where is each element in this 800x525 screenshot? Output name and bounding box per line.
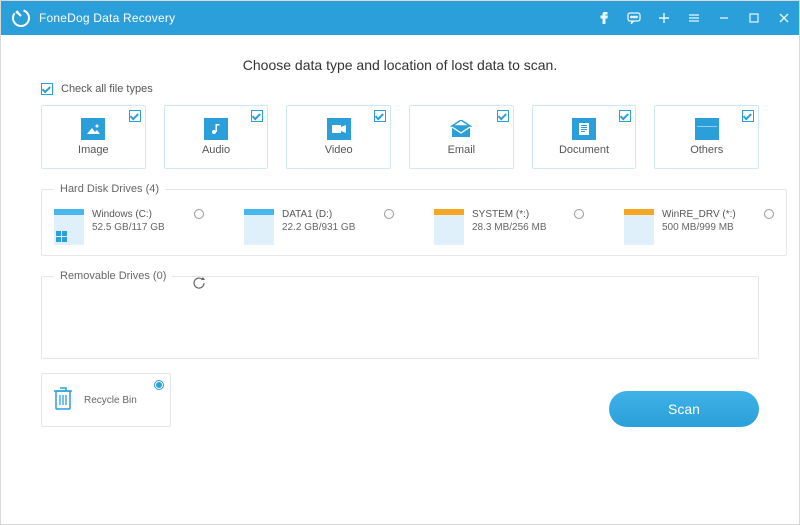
recycle-bin-label: Recycle Bin [84, 395, 137, 406]
type-document-checkbox[interactable] [619, 110, 631, 122]
drive-item[interactable]: WinRE_DRV (*:) 500 MB/999 MB [624, 209, 774, 245]
file-type-grid: Image Audio Video Email Document Others [41, 105, 759, 169]
page-heading: Choose data type and location of lost da… [41, 57, 759, 73]
drive-radio[interactable] [384, 209, 394, 219]
menu-icon[interactable] [679, 1, 709, 35]
close-icon[interactable] [769, 1, 799, 35]
drive-radio[interactable] [194, 209, 204, 219]
drive-icon [624, 209, 654, 245]
hard-disk-group: Hard Disk Drives (4) Windows (C:) 52.5 GB… [41, 183, 787, 256]
add-icon[interactable] [649, 1, 679, 35]
drive-item[interactable]: SYSTEM (*:) 28.3 MB/256 MB [434, 209, 584, 245]
drive-name: SYSTEM (*:) [472, 209, 546, 220]
type-others-checkbox[interactable] [742, 110, 754, 122]
check-all-label: Check all file types [61, 83, 153, 95]
feedback-icon[interactable] [619, 1, 649, 35]
type-video-checkbox[interactable] [374, 110, 386, 122]
removable-empty [54, 296, 746, 348]
email-icon [449, 118, 473, 140]
app-title: FoneDog Data Recovery [39, 11, 175, 25]
drive-size: 22.2 GB/931 GB [282, 222, 355, 233]
facebook-icon[interactable] [589, 1, 619, 35]
drive-icon [54, 209, 84, 245]
drive-size: 500 MB/999 MB [662, 222, 736, 233]
type-email-checkbox[interactable] [497, 110, 509, 122]
hard-disk-legend: Hard Disk Drives (4) [54, 183, 165, 195]
drive-size: 52.5 GB/117 GB [92, 222, 165, 233]
document-icon [572, 118, 596, 140]
minimize-icon[interactable] [709, 1, 739, 35]
type-image-checkbox[interactable] [129, 110, 141, 122]
recycle-bin-radio[interactable] [154, 380, 164, 390]
type-audio[interactable]: Audio [164, 105, 269, 169]
type-document[interactable]: Document [532, 105, 637, 169]
type-label: Video [325, 144, 353, 156]
check-all-checkbox[interactable] [41, 83, 53, 95]
drive-name: Windows (C:) [92, 209, 165, 220]
type-image[interactable]: Image [41, 105, 146, 169]
drive-radio[interactable] [764, 209, 774, 219]
type-video[interactable]: Video [286, 105, 391, 169]
titlebar: FoneDog Data Recovery [1, 1, 799, 35]
audio-icon [204, 118, 228, 140]
type-label: Document [559, 144, 609, 156]
folder-icon [695, 118, 719, 140]
type-label: Image [78, 144, 109, 156]
image-icon [81, 118, 105, 140]
drive-name: DATA1 (D:) [282, 209, 355, 220]
drive-size: 28.3 MB/256 MB [472, 222, 546, 233]
check-all-file-types[interactable]: Check all file types [41, 83, 759, 95]
type-email[interactable]: Email [409, 105, 514, 169]
drive-list: Windows (C:) 52.5 GB/117 GB DATA1 (D:) 22.2… [54, 209, 774, 245]
drive-radio[interactable] [574, 209, 584, 219]
drive-icon [244, 209, 274, 245]
drive-name: WinRE_DRV (*:) [662, 209, 736, 220]
app-logo-icon [11, 8, 31, 28]
removable-legend: Removable Drives (0) [54, 270, 172, 282]
removable-group: Removable Drives (0) [41, 270, 759, 359]
drive-icon [434, 209, 464, 245]
drive-item[interactable]: Windows (C:) 52.5 GB/117 GB [54, 209, 204, 245]
type-label: Email [448, 144, 476, 156]
type-others[interactable]: Others [654, 105, 759, 169]
trash-icon [52, 385, 74, 416]
maximize-icon[interactable] [739, 1, 769, 35]
scan-button[interactable]: Scan [609, 391, 759, 427]
recycle-bin-option[interactable]: Recycle Bin [41, 373, 171, 427]
video-icon [327, 118, 351, 140]
refresh-icon[interactable] [192, 276, 206, 290]
type-label: Others [690, 144, 723, 156]
type-label: Audio [202, 144, 230, 156]
type-audio-checkbox[interactable] [251, 110, 263, 122]
drive-item[interactable]: DATA1 (D:) 22.2 GB/931 GB [244, 209, 394, 245]
